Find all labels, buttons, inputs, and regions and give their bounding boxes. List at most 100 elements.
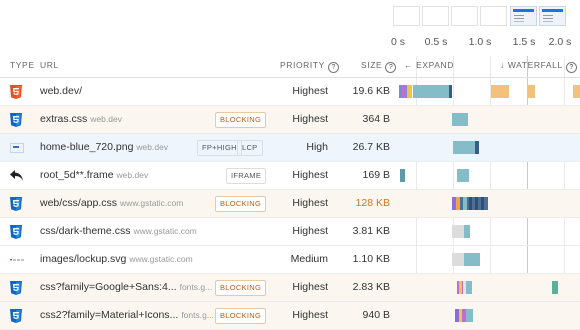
waterfall-bar-segment — [452, 253, 464, 266]
waterfall-bar-segment — [466, 281, 472, 294]
resource-url[interactable]: css?family=Google+Sans:4... fonts.g... — [40, 274, 212, 301]
url-domain: web.dev — [136, 142, 169, 152]
table-row[interactable]: extras.css web.dev BLOCKING Highest 364 B — [0, 106, 580, 134]
size-value: 364 B — [362, 113, 390, 125]
css3-icon — [10, 190, 24, 217]
size-value: 169 B — [362, 169, 390, 181]
waterfall-bar-segment — [466, 309, 473, 322]
col-waterfall[interactable]: ↓ WATERFALL? — [500, 60, 577, 73]
resource-url[interactable]: css2?family=Material+Icons... fonts.g... — [40, 302, 214, 329]
waterfall-track[interactable] — [399, 106, 580, 133]
resource-url[interactable]: extras.css web.dev — [40, 106, 122, 133]
fp-high-badge: FP+HIGH — [197, 140, 242, 156]
filmstrip-frame[interactable] — [480, 6, 507, 26]
url-domain: web.dev — [116, 170, 149, 180]
resource-url[interactable]: web.dev/ — [40, 78, 82, 105]
filmstrip: 0 s 0.5 s 1.0 s 1.5 s 2.0 s — [380, 0, 580, 50]
waterfall-track[interactable] — [399, 190, 580, 217]
waterfall-bar-segment — [407, 85, 412, 98]
waterfall-bar-segment — [453, 141, 475, 154]
css3-icon — [10, 218, 24, 245]
blocking-badge: BLOCKING — [215, 112, 267, 128]
table-row[interactable]: css?family=Google+Sans:4... fonts.g... BLO… — [0, 274, 580, 302]
url-domain: www.gstatic.com — [120, 198, 184, 208]
size-value: 2.83 KB — [352, 281, 390, 293]
expand-button[interactable]: ← EXPAND — [404, 60, 454, 70]
waterfall-track[interactable] — [399, 274, 580, 301]
waterfall-track[interactable] — [399, 134, 580, 161]
url-path: css/dark-theme.css — [40, 225, 131, 237]
table-row[interactable]: web/css/app.css www.gstatic.com BLOCKING Hi… — [0, 190, 580, 218]
waterfall-bar-segment — [552, 281, 558, 294]
col-url[interactable]: URL — [40, 60, 59, 70]
waterfall-bar-segment — [464, 225, 470, 238]
time-tick-0: 0 s — [390, 36, 406, 48]
url-domain: www.gstatic.com — [133, 226, 197, 236]
help-icon[interactable]: ? — [565, 62, 577, 73]
redirect-arrow-icon — [10, 162, 24, 189]
waterfall-bar-segment — [464, 253, 480, 266]
priority-value: Highest — [292, 113, 328, 125]
table-row[interactable]: home-blue_720.png web.dev FP+HIGH LCP High 26… — [0, 134, 580, 162]
time-tick-1-5: 1.5 s — [512, 36, 536, 48]
help-icon[interactable]: ? — [385, 62, 397, 73]
time-tick-0-5: 0.5 s — [424, 36, 448, 48]
resource-url[interactable]: root_5d**.frame web.dev — [40, 162, 148, 189]
col-type: TYPE — [10, 60, 35, 70]
resource-url[interactable]: css/dark-theme.css www.gstatic.com — [40, 218, 197, 245]
priority-value: Highest — [292, 281, 328, 293]
image-icon — [10, 134, 24, 161]
filmstrip-frame[interactable] — [393, 6, 420, 26]
priority-value: Highest — [292, 169, 328, 181]
col-size[interactable]: SIZE? — [361, 60, 397, 73]
help-icon[interactable]: ? — [327, 62, 339, 73]
waterfall-track[interactable] — [399, 218, 580, 245]
url-domain: fonts.g... — [179, 282, 213, 292]
svg-icon — [10, 246, 24, 273]
url-domain: web.dev — [90, 114, 122, 124]
table-row[interactable]: root_5d**.frame web.dev IFRAME Highest 169 B — [0, 162, 580, 190]
filmstrip-frame-rendered[interactable] — [539, 6, 566, 26]
table-row[interactable]: web.dev/Highest 19.6 KB — [0, 78, 580, 106]
table-row[interactable]: images/lockup.svg www.gstatic.com Medium 1.… — [0, 246, 580, 274]
url-path: web.dev/ — [40, 85, 83, 97]
priority-value: Highest — [292, 225, 328, 237]
waterfall-bar-segment — [452, 225, 464, 238]
waterfall-track[interactable] — [399, 78, 580, 105]
waterfall-track[interactable] — [399, 302, 580, 329]
url-path: extras.css — [40, 113, 88, 125]
blocking-badge: BLOCKING — [215, 280, 267, 296]
filmstrip-frame-rendered[interactable] — [510, 6, 537, 26]
waterfall-bar-segment — [469, 197, 472, 210]
waterfall-bar-segment — [449, 85, 452, 98]
waterfall-track[interactable] — [399, 162, 580, 189]
priority-value: Highest — [292, 309, 328, 321]
waterfall-bar-segment — [528, 85, 535, 98]
url-domain: fonts.g... — [181, 310, 214, 320]
resource-url[interactable]: home-blue_720.png web.dev — [40, 134, 168, 161]
waterfall-bar-segment — [452, 113, 468, 126]
waterfall-bar-segment — [463, 197, 467, 210]
filmstrip-frame[interactable] — [422, 6, 449, 26]
lcp-badge: LCP — [237, 140, 263, 156]
url-path: css2?family=Material+Icons... — [40, 309, 179, 321]
table-row[interactable]: css/dark-theme.css www.gstatic.com Highest… — [0, 218, 580, 246]
arrow-left-icon: ← — [404, 60, 414, 70]
size-value: 940 B — [362, 309, 390, 321]
priority-value: Highest — [292, 197, 328, 209]
url-path: css?family=Google+Sans:4... — [40, 281, 177, 293]
waterfall-bar-segment — [475, 141, 479, 154]
size-value: 3.81 KB — [352, 225, 390, 237]
priority-value: Highest — [292, 85, 328, 97]
blocking-badge: BLOCKING — [215, 196, 267, 212]
url-path: images/lockup.svg — [40, 253, 127, 265]
url-path: web/css/app.css — [40, 197, 118, 209]
css3-icon — [10, 274, 24, 301]
col-priority[interactable]: PRIORITY? — [280, 60, 339, 73]
waterfall-track[interactable] — [399, 246, 580, 273]
waterfall-bar-segment — [400, 169, 405, 182]
waterfall-bar-segment — [457, 169, 469, 182]
filmstrip-frame[interactable] — [451, 6, 478, 26]
resource-url[interactable]: images/lockup.svg www.gstatic.com — [40, 246, 193, 273]
resource-url[interactable]: web/css/app.css www.gstatic.com — [40, 190, 183, 217]
